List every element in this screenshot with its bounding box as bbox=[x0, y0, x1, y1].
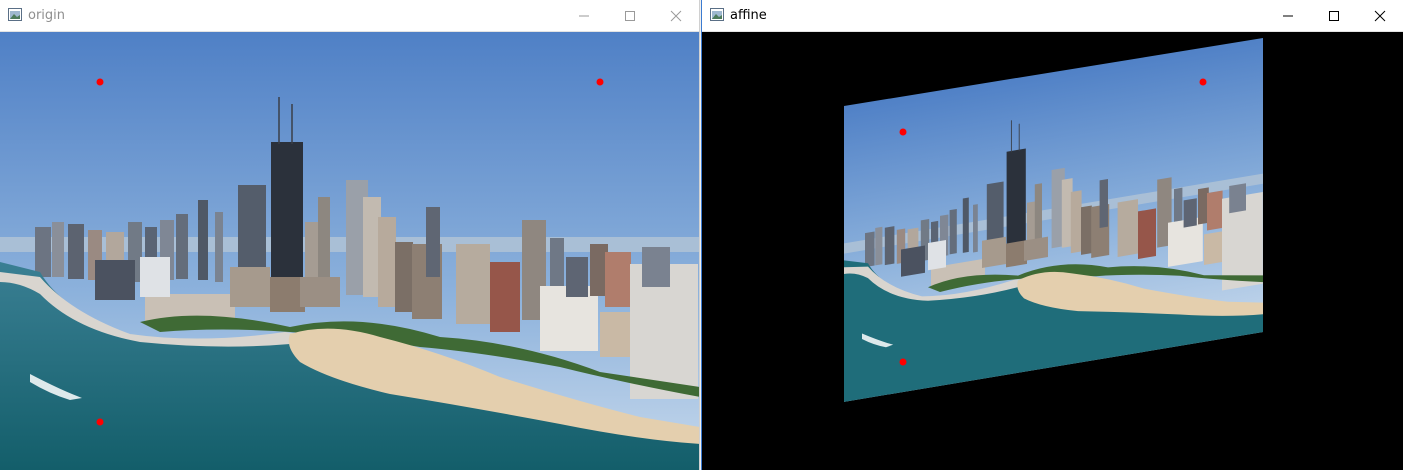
image-icon bbox=[8, 8, 22, 21]
maximize-button[interactable] bbox=[607, 0, 653, 31]
maximize-icon bbox=[625, 10, 635, 21]
maximize-icon bbox=[1329, 10, 1339, 21]
affine-photo bbox=[702, 32, 1403, 470]
affine-image-canvas[interactable] bbox=[702, 32, 1403, 470]
affine-window[interactable]: affine bbox=[701, 0, 1403, 470]
window-controls bbox=[561, 0, 699, 31]
origin-image-canvas[interactable] bbox=[0, 32, 699, 470]
minimize-icon bbox=[1283, 15, 1293, 16]
origin-window[interactable]: origin bbox=[0, 0, 700, 470]
close-button[interactable] bbox=[653, 0, 699, 31]
window-controls bbox=[1265, 0, 1403, 31]
close-button[interactable] bbox=[1357, 0, 1403, 31]
minimize-button[interactable] bbox=[561, 0, 607, 31]
window-title: affine bbox=[730, 8, 767, 23]
marker-dot bbox=[899, 358, 907, 366]
close-icon bbox=[670, 10, 682, 21]
marker-dot bbox=[899, 128, 907, 136]
minimize-button[interactable] bbox=[1265, 0, 1311, 31]
marker-dot bbox=[596, 78, 604, 86]
affine-titlebar[interactable]: affine bbox=[702, 0, 1403, 32]
window-title: origin bbox=[28, 8, 66, 23]
minimize-icon bbox=[579, 15, 589, 16]
marker-dot bbox=[96, 418, 104, 426]
maximize-button[interactable] bbox=[1311, 0, 1357, 31]
origin-titlebar[interactable]: origin bbox=[0, 0, 699, 32]
marker-dot bbox=[1199, 78, 1207, 86]
origin-photo bbox=[0, 32, 699, 470]
close-icon bbox=[1374, 10, 1386, 21]
image-icon bbox=[710, 8, 724, 21]
marker-dot bbox=[96, 78, 104, 86]
